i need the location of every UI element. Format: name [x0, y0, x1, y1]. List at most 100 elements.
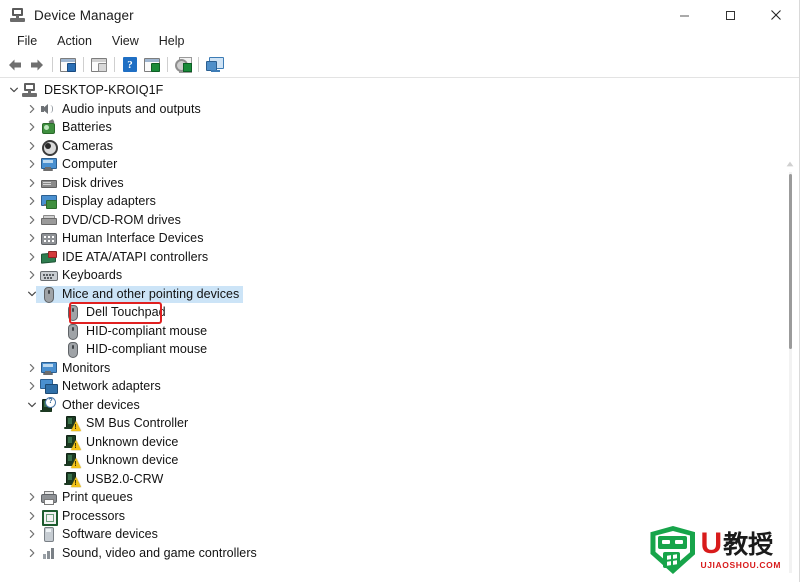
tree-item-label: Dell Touchpad: [86, 305, 166, 320]
tree-item-label: Unknown device: [86, 453, 179, 468]
keyboard-icon: [40, 267, 58, 283]
tree-item-label: Monitors: [62, 360, 111, 375]
chevron-right-icon[interactable]: [24, 377, 40, 395]
close-button[interactable]: [753, 0, 799, 30]
tree-item-processors[interactable]: Processors: [0, 507, 775, 526]
help-icon: ?: [123, 57, 137, 72]
chevron-right-icon[interactable]: [24, 488, 40, 506]
tree-item-batteries[interactable]: Batteries: [0, 118, 775, 137]
uninstall-device-button[interactable]: [172, 54, 194, 75]
show-hide-console-tree-button[interactable]: [57, 54, 79, 75]
hid-icon: [40, 230, 57, 246]
tree-item-label: Computer: [62, 157, 118, 172]
tree-item-content: Display adapters: [0, 192, 158, 210]
chevron-right-icon[interactable]: [24, 137, 40, 155]
tree-item-unknown-device[interactable]: Unknown device: [0, 451, 775, 470]
speaker-icon: [40, 101, 56, 117]
menu-item-help[interactable]: Help: [149, 32, 195, 50]
tree-item-ide-ata-atapi-controllers[interactable]: IDE ATA/ATAPI controllers: [0, 248, 775, 267]
chevron-right-icon[interactable]: [24, 229, 40, 247]
update-driver-button[interactable]: [141, 54, 163, 75]
tree-item-disk-drives[interactable]: Disk drives: [0, 174, 775, 193]
title-bar-left: Device Manager: [0, 7, 134, 23]
forward-button[interactable]: [26, 54, 48, 75]
scan-for-hardware-changes-button[interactable]: [203, 54, 225, 75]
chevron-right-icon[interactable]: [24, 359, 40, 377]
chevron-right-icon[interactable]: [24, 211, 40, 229]
tree-item-dvd-cd-rom-drives[interactable]: DVD/CD-ROM drives: [0, 211, 775, 230]
chevron-down-icon[interactable]: [24, 396, 40, 414]
unknown-device-warning-icon: [64, 452, 81, 469]
tree-item-hid-compliant-mouse[interactable]: HID-compliant mouse: [0, 322, 775, 341]
toolbar-separator: [167, 57, 168, 72]
tree-item-sm-bus-controller[interactable]: SM Bus Controller: [0, 414, 775, 433]
toolbar-separator: [52, 57, 53, 72]
tree-item-unknown-device[interactable]: Unknown device: [0, 433, 775, 452]
tree-item-label: Other devices: [62, 397, 140, 412]
chevron-down-icon[interactable]: [6, 81, 22, 99]
tree-item-human-interface-devices[interactable]: Human Interface Devices: [0, 229, 775, 248]
tree-item-network-adapters[interactable]: Network adapters: [0, 377, 775, 396]
tree-item-label: IDE ATA/ATAPI controllers: [62, 249, 209, 264]
tree-item-label: Unknown device: [86, 434, 179, 449]
device-manager-icon: [10, 7, 26, 23]
properties-button[interactable]: [88, 54, 110, 75]
window-title: Device Manager: [34, 7, 134, 23]
chevron-right-icon[interactable]: [24, 248, 40, 266]
tree-item-label: Processors: [62, 508, 126, 523]
tree-item-content: Cameras: [0, 137, 115, 156]
maximize-button[interactable]: [707, 0, 753, 30]
menu-item-file[interactable]: File: [7, 32, 47, 50]
mouse-icon: [40, 286, 56, 303]
monitor-icon: [40, 156, 57, 172]
chevron-right-icon[interactable]: [24, 192, 40, 210]
tree-item-audio-inputs-and-outputs[interactable]: Audio inputs and outputs: [0, 100, 775, 119]
chevron-right-icon[interactable]: [24, 100, 40, 118]
tree-item-print-queues[interactable]: Print queues: [0, 488, 775, 507]
scroll-up-icon[interactable]: [784, 158, 796, 170]
tree-item-content: Human Interface Devices: [0, 229, 206, 247]
tree-item-other-devices[interactable]: ? Other devices: [0, 396, 775, 415]
monitor-icon: [40, 360, 57, 376]
tree-item-display-adapters[interactable]: Display adapters: [0, 192, 775, 211]
chevron-right-icon[interactable]: [24, 525, 40, 543]
chevron-right-icon[interactable]: [24, 266, 40, 284]
vertical-scrollbar[interactable]: [784, 158, 796, 575]
tree-item-usb2-0-crw[interactable]: USB2.0-CRW: [0, 470, 775, 489]
scrollbar-thumb[interactable]: [789, 174, 792, 349]
tree-item[interactable]: DESKTOP-KROIQ1F: [0, 81, 775, 100]
toolbar-separator: [198, 57, 199, 72]
menu-item-action[interactable]: Action: [47, 32, 102, 50]
chevron-right-icon[interactable]: [24, 544, 40, 562]
display-adapter-icon: [40, 193, 57, 210]
watermark: U 教授 UJIAOSHOU.COM: [650, 526, 781, 574]
update-driver-icon: [144, 57, 160, 72]
window-controls: [661, 0, 799, 30]
tree-item-label: Display adapters: [62, 194, 156, 209]
tree-item-dell-touchpad[interactable]: Dell Touchpad: [0, 302, 775, 324]
chevron-right-icon[interactable]: [24, 155, 40, 173]
tree-item-content: Batteries: [0, 118, 114, 136]
menu-item-view[interactable]: View: [102, 32, 149, 50]
unknown-device-warning-icon: [64, 434, 81, 450]
tree-item-monitors[interactable]: Monitors: [0, 359, 775, 378]
minimize-button[interactable]: [661, 0, 707, 30]
tree-item-cameras[interactable]: Cameras: [0, 137, 775, 156]
mouse-icon: [64, 323, 80, 340]
tree-item-content: Processors: [0, 507, 127, 526]
chevron-right-icon[interactable]: [24, 118, 40, 136]
help-button[interactable]: ?: [119, 54, 141, 75]
tree-item-mice-and-other-pointing-devices[interactable]: Mice and other pointing devices: [0, 285, 775, 304]
chevron-right-icon[interactable]: [24, 174, 40, 192]
chevron-down-icon[interactable]: [24, 285, 40, 303]
tree-item-label: USB2.0-CRW: [86, 471, 164, 486]
chevron-right-icon[interactable]: [24, 507, 40, 525]
tree-item-keyboards[interactable]: Keyboards: [0, 266, 775, 285]
properties-icon: [91, 57, 107, 72]
tree-item-hid-compliant-mouse[interactable]: HID-compliant mouse: [0, 340, 775, 359]
tree-item-computer[interactable]: Computer: [0, 155, 775, 174]
back-button[interactable]: [4, 54, 26, 75]
